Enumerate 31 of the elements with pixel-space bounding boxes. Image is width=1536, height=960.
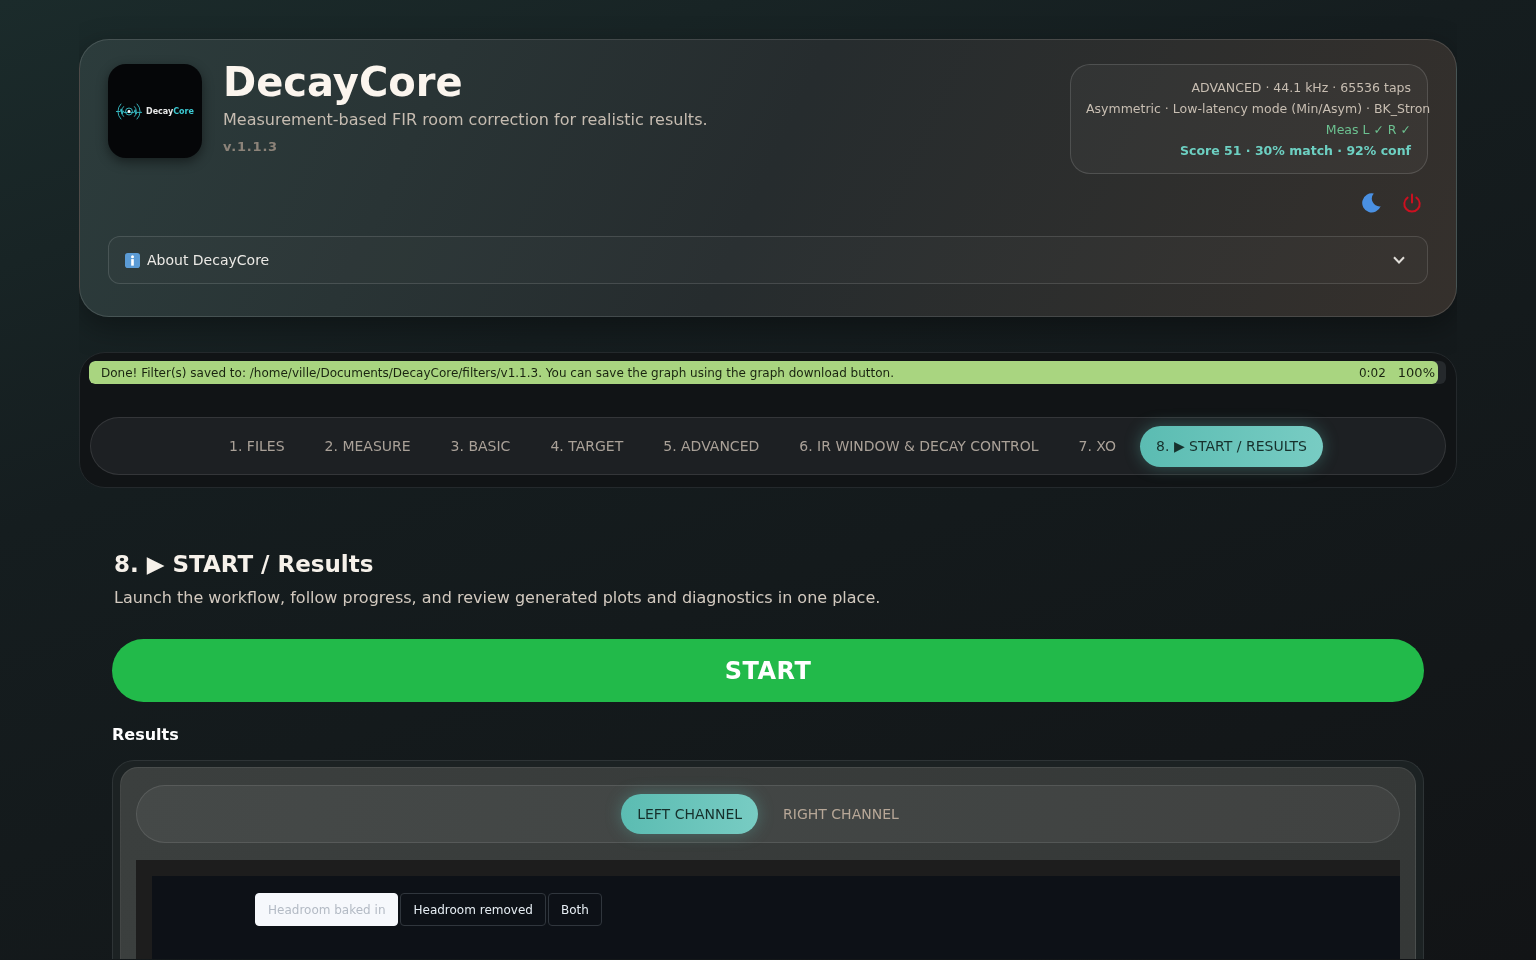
moon-icon[interactable] [1361,193,1381,213]
section-description: Launch the workflow, follow progress, and review generated plots and diagnostics in one place. [113,587,882,609]
chevron-icon [1393,256,1405,264]
step-tab[interactable]: 1. FILES [213,425,301,467]
status-line: Asymmetric · Low-latency mode (Min/Asym) · BK_Stron [1086,100,1431,118]
about-toggle[interactable]: About DecayCore [108,236,1428,284]
step-tab[interactable]: 5. ADVANCED [647,425,776,467]
plot-mode-button[interactable]: Both [547,893,602,926]
channel-tab[interactable]: RIGHT CHANNEL [767,794,915,834]
status-line: Score 51 · 30% match · 92% conf [1180,142,1411,160]
channel-tab[interactable]: LEFT CHANNEL [621,794,759,834]
info-icon [125,252,140,268]
plot-mode-button[interactable]: Headroom removed [400,893,546,926]
app-subtitle: Measurement-based FIR room correction for realistic results. [223,109,708,131]
step-tab[interactable]: 7. XO [1062,425,1133,467]
progress-percent: 100% [1397,365,1435,380]
step-tab[interactable]: 4. TARGET [534,425,640,467]
step-tab[interactable]: 3. BASIC [434,425,527,467]
section-title: 8. ▶ START / Results [113,550,375,579]
status-line: ADVANCED · 44.1 kHz · 65536 taps [1191,79,1411,97]
version-label: v.1.1.3 [223,138,278,156]
step-tab[interactable]: 8. ▶ START / RESULTS [1140,425,1323,467]
step-tab[interactable]: 6. IR WINDOW & DECAY CONTROL [783,425,1055,467]
logo-text: DecayCore [146,106,194,116]
step-tab[interactable]: 2. MEASURE [308,425,427,467]
status-line: Meas L ✓ R ✓ [1325,121,1411,139]
app-title: DecayCore [223,60,463,104]
elapsed-time: 0:02 [1358,365,1386,380]
progress-message: Done! Filter(s) saved to: /home/ville/Documents/DecayCore/filters/v1.1.3. You can save the graph using the graph download button. [101,365,895,380]
results-heading: Results [112,725,180,745]
power-icon[interactable] [1402,193,1422,213]
